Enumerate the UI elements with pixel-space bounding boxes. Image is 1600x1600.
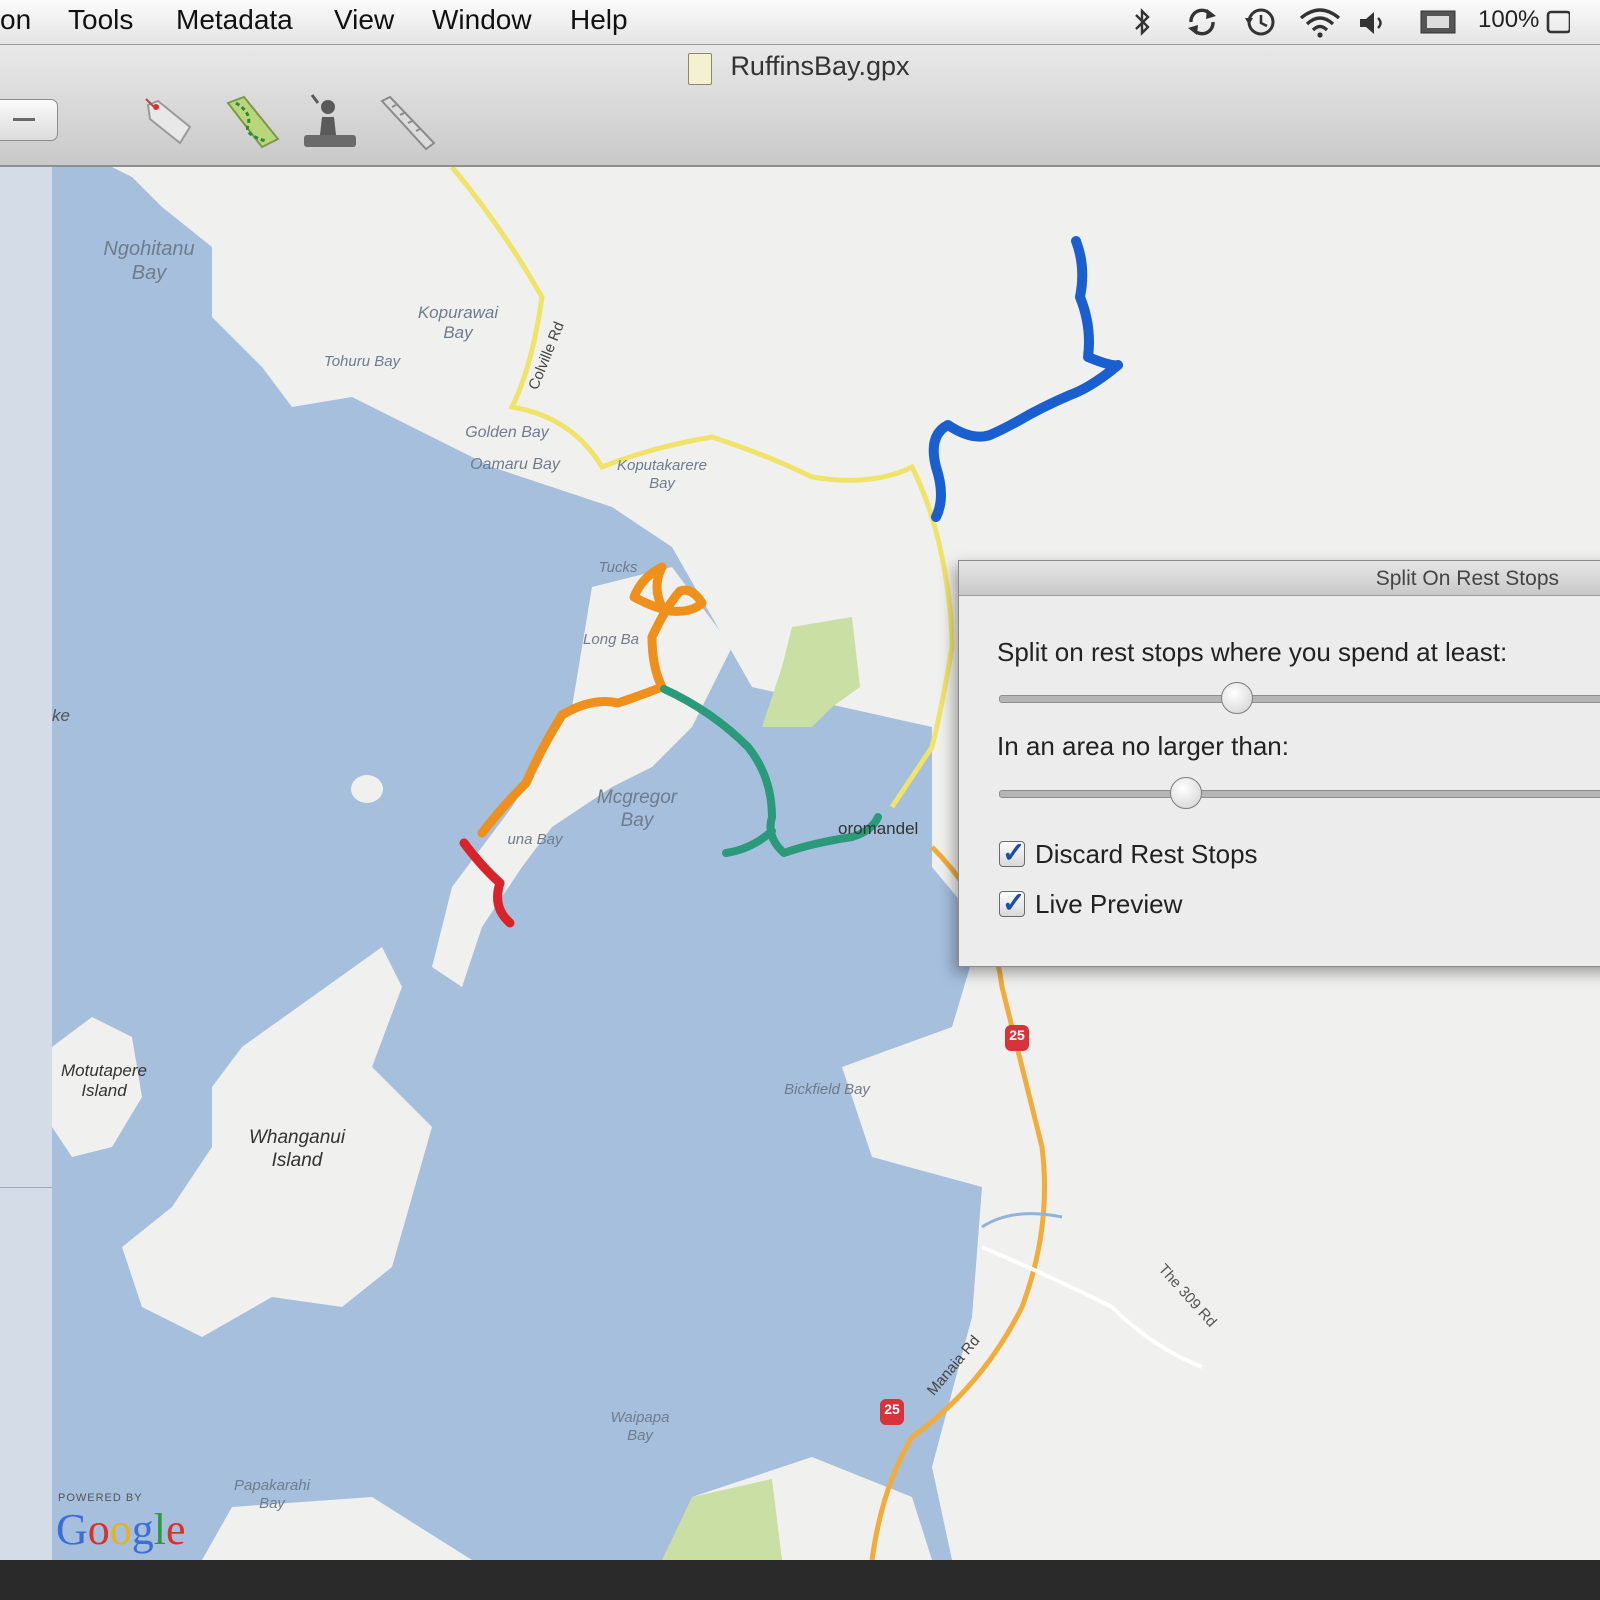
- discard-rest-stops-label: Discard Rest Stops: [1035, 839, 1258, 869]
- person-tool-icon[interactable]: [298, 89, 358, 149]
- track-tool-icon[interactable]: [222, 93, 282, 153]
- sidebar[interactable]: [0, 167, 53, 1560]
- volume-icon[interactable]: [1358, 10, 1388, 36]
- bottom-bar: [0, 1560, 1600, 1600]
- live-preview-label: Live Preview: [1035, 889, 1183, 919]
- map-label-golden: Golden Bay: [465, 424, 549, 441]
- route-shield-25b-label: 25: [884, 1401, 900, 1417]
- window-title: RuffinsBay.gpx: [0, 51, 1600, 82]
- time-machine-icon[interactable]: [1242, 4, 1278, 40]
- route-shield-25a-label: 25: [1009, 1027, 1025, 1043]
- window-title-text: RuffinsBay.gpx: [730, 51, 910, 81]
- preview-checkbox-box[interactable]: ✓: [999, 887, 1025, 918]
- map-label-koputakarere: Koputakarere Bay: [616, 457, 708, 492]
- panel-title[interactable]: Split On Rest Stops: [959, 561, 1600, 596]
- attribution-powered-by: POWERED BY: [58, 1492, 143, 1504]
- toolbar-minus-button[interactable]: [0, 99, 58, 141]
- menu-item-application[interactable]: on: [0, 4, 31, 36]
- checkmark-icon: ✓: [1002, 837, 1026, 868]
- battery-icon[interactable]: [1546, 10, 1570, 34]
- map-label-motutapere: Motutapere Island: [61, 1061, 147, 1101]
- label-max-area: In an area no larger than:: [997, 731, 1289, 761]
- sync-icon[interactable]: [1184, 4, 1220, 40]
- wifi-icon[interactable]: [1298, 6, 1342, 38]
- battery-percent: 100%: [1478, 6, 1540, 33]
- map-label-whanganui: Whanganui Island: [248, 1127, 346, 1171]
- label-min-time: Split on rest stops where you spend at l…: [997, 637, 1508, 667]
- menu-item-metadata[interactable]: Metadata: [176, 4, 293, 36]
- slider-max-area-knob[interactable]: [1169, 777, 1202, 809]
- map-label-oamaru: Oamaru Bay: [470, 456, 560, 473]
- map-label-kopurawai: Kopurawai Bay: [417, 303, 499, 343]
- ruler-tool-icon[interactable]: [376, 93, 436, 153]
- slider-min-time-knob[interactable]: [1220, 682, 1253, 714]
- map-label-coromandel: oromandel: [838, 819, 919, 838]
- map-label-papakarahi: Papakarahi Bay: [234, 1477, 310, 1512]
- slider-min-time[interactable]: [999, 695, 1600, 703]
- menu-item-view[interactable]: View: [334, 4, 394, 36]
- keyboard-input-icon[interactable]: [1420, 10, 1456, 34]
- window-toolbar: RuffinsBay.gpx: [0, 45, 1600, 167]
- bluetooth-icon[interactable]: [1132, 8, 1152, 36]
- map-label-waipapa: Waipapa Bay: [610, 1409, 670, 1444]
- map-label-tohuru: Tohuru Bay: [323, 353, 401, 370]
- menu-item-help[interactable]: Help: [570, 4, 628, 36]
- map-label-ngohitanu: Ngohitanu Bay: [103, 238, 195, 284]
- map-label-long-bay: Long Ba: [583, 631, 639, 648]
- menu-item-tools[interactable]: Tools: [68, 4, 133, 36]
- map-label-lake: ke: [52, 706, 70, 725]
- map-label-tucks: Tucks: [598, 559, 638, 576]
- checkmark-icon: ✓: [1002, 887, 1026, 918]
- discard-checkbox-box[interactable]: ✓: [999, 837, 1025, 868]
- slider-max-area[interactable]: [999, 790, 1600, 798]
- tag-tool-icon[interactable]: [140, 93, 200, 153]
- land-small-island: [351, 775, 383, 803]
- menu-bar: on Tools Metadata View Window Help 100%: [0, 0, 1600, 45]
- sidebar-divider: [0, 1187, 52, 1188]
- google-logo: Google: [56, 1505, 186, 1554]
- menu-item-window[interactable]: Window: [432, 4, 532, 36]
- map-label-bickfield: Bickfield Bay: [784, 1081, 870, 1098]
- map-label-luna: una Bay: [507, 831, 563, 848]
- split-on-rest-stops-panel: Split On Rest Stops Split on rest stops …: [958, 560, 1600, 967]
- map-label-mcgregor: Mcgregor Bay: [596, 787, 678, 831]
